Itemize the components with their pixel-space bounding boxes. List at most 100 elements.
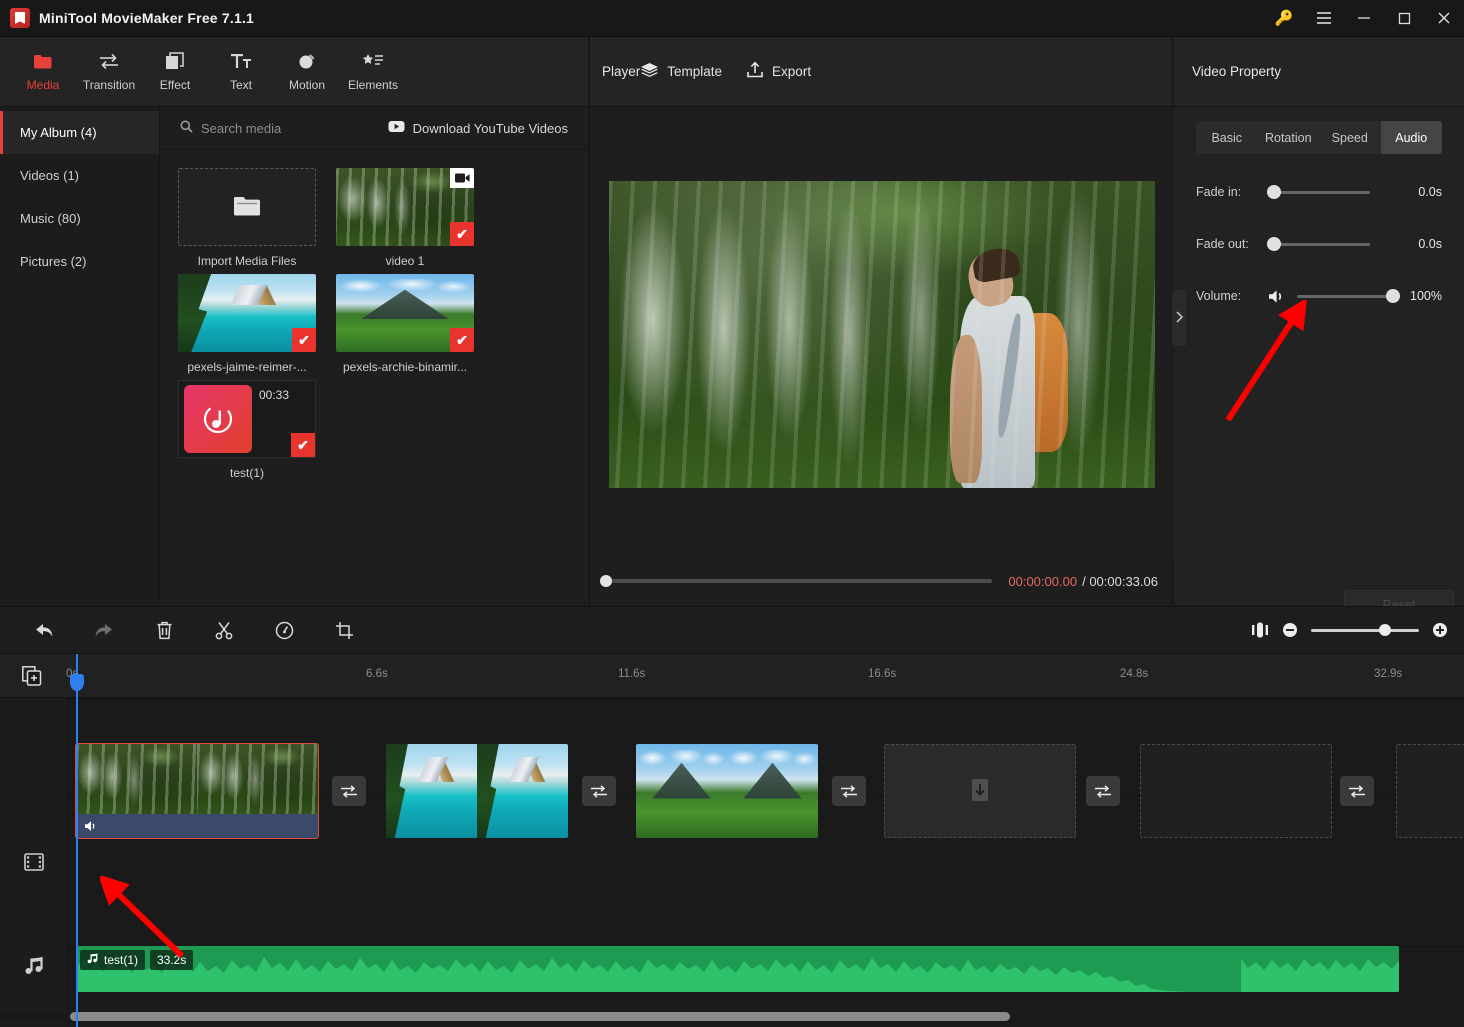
maximize-icon[interactable]: [1384, 0, 1424, 37]
media-item-lake[interactable]: ✔ pexels-jaime-reimer-...: [178, 274, 316, 374]
property-title: Video Property: [1192, 64, 1282, 79]
nav-item-motion[interactable]: Motion: [274, 37, 340, 107]
add-media-track-icon[interactable]: [22, 666, 42, 686]
transition-1[interactable]: [332, 776, 366, 806]
download-youtube-button[interactable]: Download YouTube Videos: [388, 120, 568, 136]
fade-in-handle[interactable]: [1267, 185, 1281, 199]
video-clip-1[interactable]: [75, 743, 319, 839]
redo-arrow-icon[interactable]: [84, 610, 124, 650]
fade-out-row: Fade out: 0.0s: [1196, 218, 1442, 270]
video-clip-6-placeholder[interactable]: [1396, 744, 1464, 838]
export-button[interactable]: Export: [746, 61, 811, 82]
crop-icon[interactable]: [324, 610, 364, 650]
media-item-video-1[interactable]: ✔ video 1: [336, 168, 474, 268]
nav-item-elements[interactable]: Elements: [340, 37, 406, 107]
undo-arrow-icon[interactable]: [24, 610, 64, 650]
zoom-in-icon[interactable]: [1432, 622, 1448, 638]
film-strip-icon[interactable]: [24, 852, 44, 872]
import-media-dropzone[interactable]: [178, 168, 316, 246]
check-icon[interactable]: ✔: [450, 328, 474, 352]
title-bar: MiniTool MovieMaker Free 7.1.1 🔑: [0, 0, 1464, 37]
nav-item-media[interactable]: Media: [10, 37, 76, 107]
media-thumbnail[interactable]: 00:33 ✔: [178, 380, 316, 458]
timeline-horizontal-scrollbar[interactable]: [70, 1012, 1010, 1021]
playhead-line[interactable]: [76, 654, 78, 1027]
trash-icon[interactable]: [144, 610, 184, 650]
search-input[interactable]: Search media: [180, 120, 281, 136]
check-icon[interactable]: ✔: [292, 328, 316, 352]
check-icon[interactable]: ✔: [291, 433, 315, 457]
template-button[interactable]: Template: [640, 62, 722, 82]
fade-out-handle[interactable]: [1267, 237, 1281, 251]
video-clip-5-placeholder[interactable]: [1140, 744, 1332, 838]
tab-basic[interactable]: Basic: [1196, 121, 1258, 154]
nav-label-effect: Effect: [159, 78, 191, 92]
check-icon[interactable]: ✔: [450, 222, 474, 246]
fade-in-row: Fade in: 0.0s: [1196, 166, 1442, 218]
transition-3[interactable]: [832, 776, 866, 806]
music-note-icon[interactable]: [24, 956, 44, 976]
media-toolbar: Search media Download YouTube Videos: [160, 107, 588, 150]
volume-icon[interactable]: [1268, 289, 1287, 304]
transition-4[interactable]: [1086, 776, 1120, 806]
nav-label-text: Text: [229, 78, 252, 92]
main-nav: Media Transition Effect Text Motion Elem…: [0, 37, 588, 107]
nav-item-text[interactable]: Text: [208, 37, 274, 107]
hamburger-menu-icon[interactable]: [1304, 0, 1344, 37]
fit-to-timeline-icon[interactable]: [1251, 622, 1269, 638]
minimize-icon[interactable]: [1344, 0, 1384, 37]
transition-arrows-icon: [98, 51, 120, 71]
panel-collapse-toggle[interactable]: [1172, 290, 1186, 346]
seek-handle[interactable]: [600, 575, 612, 587]
media-category-videos[interactable]: Videos (1): [0, 154, 159, 197]
player-title: Player: [602, 64, 641, 79]
fade-out-slider[interactable]: [1267, 237, 1370, 251]
folder-import-icon: [233, 194, 261, 221]
nav-item-effect[interactable]: Effect: [142, 37, 208, 107]
zoom-handle[interactable]: [1379, 624, 1391, 636]
tab-rotation[interactable]: Rotation: [1258, 121, 1320, 154]
video-clip-2[interactable]: [386, 744, 568, 838]
media-category-my-album[interactable]: My Album (4): [0, 111, 159, 154]
media-item-audio-test1[interactable]: 00:33 ✔ test(1): [178, 380, 316, 480]
transition-5[interactable]: [1340, 776, 1374, 806]
key-icon[interactable]: 🔑: [1264, 0, 1304, 37]
category-label: My Album (4): [20, 125, 97, 140]
window-controls: 🔑: [1264, 0, 1464, 37]
media-item-import[interactable]: Import Media Files: [178, 168, 316, 268]
audio-clip-tag: test(1): [80, 950, 146, 970]
timeline-zoom-slider[interactable]: [1311, 624, 1419, 636]
zoom-out-icon[interactable]: [1282, 622, 1298, 638]
category-label: Pictures (2): [20, 254, 87, 269]
music-note-icon: [184, 385, 252, 453]
star-list-icon: [362, 51, 384, 71]
scissors-icon[interactable]: [204, 610, 244, 650]
speedometer-icon[interactable]: [264, 610, 304, 650]
media-thumbnail[interactable]: ✔: [178, 274, 316, 352]
export-upload-icon: [746, 61, 764, 82]
clip-audio-bar[interactable]: [76, 814, 318, 838]
volume-handle[interactable]: [1386, 289, 1400, 303]
video-clip-4-placeholder[interactable]: [884, 744, 1076, 838]
media-thumbnail[interactable]: ✔: [336, 274, 474, 352]
media-thumbnail[interactable]: ✔: [336, 168, 474, 246]
audio-clip-test1[interactable]: test(1) 33.2s: [76, 946, 1399, 992]
nav-item-transition[interactable]: Transition: [76, 37, 142, 107]
tab-audio[interactable]: Audio: [1380, 121, 1442, 154]
fade-in-slider[interactable]: [1267, 185, 1370, 199]
media-category-pictures[interactable]: Pictures (2): [0, 240, 159, 283]
tab-speed[interactable]: Speed: [1319, 121, 1381, 154]
media-item-mountain[interactable]: ✔ pexels-archie-binamir...: [336, 274, 474, 374]
tab-label: Speed: [1331, 130, 1368, 145]
transition-2[interactable]: [582, 776, 616, 806]
timeline-ruler[interactable]: 0s 6.6s 11.6s 16.6s 24.8s 32.9s: [0, 654, 1464, 698]
video-preview[interactable]: [609, 181, 1155, 488]
media-category-music[interactable]: Music (80): [0, 197, 159, 240]
close-icon[interactable]: [1424, 0, 1464, 37]
seek-bar[interactable]: [600, 575, 993, 587]
volume-icon[interactable]: [84, 820, 99, 832]
media-item-label: pexels-jaime-reimer-...: [187, 360, 307, 374]
volume-slider[interactable]: [1297, 289, 1400, 303]
video-clip-3[interactable]: [636, 744, 818, 838]
playhead-handle[interactable]: [70, 674, 84, 691]
